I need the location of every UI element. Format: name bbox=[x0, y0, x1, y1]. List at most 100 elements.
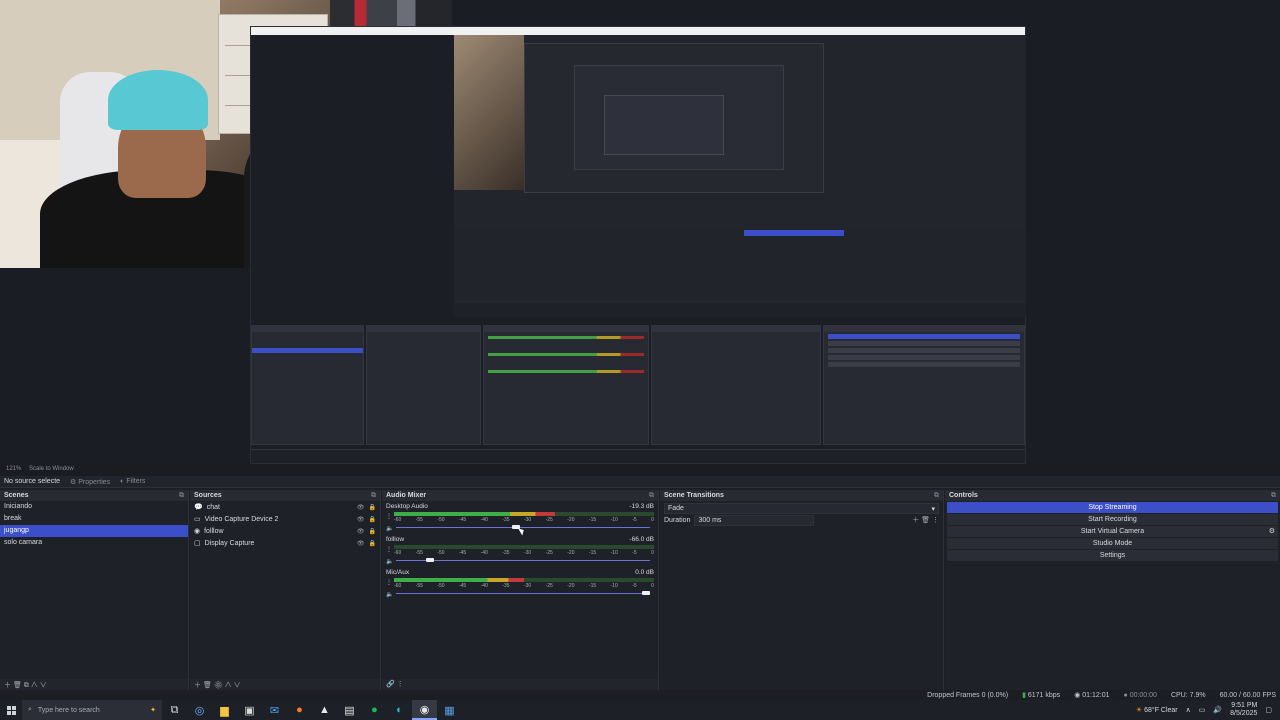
tick-label: -30 bbox=[523, 583, 532, 589]
tick-label: -55 bbox=[415, 583, 423, 589]
gear-icon[interactable]: ⚙ bbox=[1269, 526, 1275, 537]
controls-dock: Controls ⧉ Stop Streaming Start Recording… bbox=[945, 490, 1280, 690]
undock-icon[interactable]: ⧉ bbox=[179, 492, 184, 499]
fader-knob[interactable] bbox=[642, 591, 650, 595]
store-icon[interactable]: ▣ bbox=[237, 700, 262, 720]
move-up-icon[interactable]: ∧ bbox=[31, 682, 38, 689]
game-app-icon[interactable]: ▤ bbox=[337, 700, 362, 720]
lock-icon[interactable]: 🔒 bbox=[369, 540, 376, 547]
visibility-eye-icon[interactable]: 👁 bbox=[357, 516, 365, 523]
edge-icon[interactable]: ◐ bbox=[387, 700, 412, 720]
weather[interactable]: ☀ 68°F Clear bbox=[1136, 706, 1178, 714]
remove-scene-icon[interactable]: 🗑 bbox=[13, 682, 22, 689]
visibility-eye-icon[interactable]: 👁 bbox=[357, 504, 365, 511]
app-icon[interactable]: ▦ bbox=[437, 700, 462, 720]
move-down-icon[interactable]: ∨ bbox=[40, 682, 47, 689]
spotify-icon[interactable]: ● bbox=[362, 700, 387, 720]
speaker-icon[interactable]: 🔈 bbox=[386, 525, 393, 532]
program-preview[interactable] bbox=[0, 0, 1280, 464]
scene-transitions-dock: Scene Transitions ⧉ Fade ▾ Duration 300 m… bbox=[660, 490, 944, 690]
tick-label: 0 bbox=[651, 583, 654, 589]
start-virtual-camera-button[interactable]: Start Virtual Camera ⚙ bbox=[947, 526, 1278, 537]
studio-mode-button[interactable]: Studio Mode bbox=[947, 538, 1278, 549]
properties-button[interactable]: ⚙ Properties bbox=[70, 478, 110, 486]
scene-item[interactable]: solo camara bbox=[0, 537, 188, 549]
more-options-icon[interactable]: ⋮ bbox=[386, 513, 392, 520]
tick-label: -35 bbox=[502, 517, 510, 523]
camera-icon: ▭ bbox=[194, 516, 201, 523]
start-recording-button[interactable]: Start Recording bbox=[947, 514, 1278, 525]
controls-title: Controls bbox=[949, 492, 978, 499]
clock-time: 9:51 PM bbox=[1231, 702, 1258, 709]
firefox-icon[interactable]: ● bbox=[287, 700, 312, 720]
filters-button[interactable]: ◐ Filters bbox=[120, 478, 145, 485]
speaker-icon[interactable]: 🔈 bbox=[386, 558, 393, 565]
start-button[interactable] bbox=[0, 700, 22, 720]
transition-type-select[interactable]: Fade ▾ bbox=[664, 502, 939, 514]
source-item[interactable]: ◉ folllow 👁 🔒 bbox=[190, 525, 380, 537]
volume-icon[interactable]: 🔊 bbox=[1213, 706, 1222, 714]
bitrate-value: 6171 kbps bbox=[1027, 692, 1061, 699]
task-view-icon[interactable]: ⧉ bbox=[162, 700, 187, 720]
add-transition-icon[interactable]: ＋ bbox=[912, 517, 919, 524]
scene-item[interactable]: break bbox=[0, 513, 188, 525]
source-item[interactable]: ▢ Display Capture 👁 🔒 bbox=[190, 537, 380, 549]
scale-mode[interactable]: Scale to Window bbox=[29, 466, 74, 472]
undock-icon[interactable]: ⧉ bbox=[371, 492, 376, 499]
undock-icon[interactable]: ⧉ bbox=[934, 492, 939, 499]
clock[interactable]: 9:51 PM 8/5/2025 bbox=[1230, 702, 1257, 718]
more-options-icon[interactable]: ⋮ bbox=[397, 681, 404, 688]
source-settings-icon[interactable]: ⚙ bbox=[214, 682, 223, 689]
undock-icon[interactable]: ⧉ bbox=[649, 492, 654, 499]
zoom-percent[interactable]: 121% bbox=[6, 466, 21, 472]
scene-item[interactable]: Iniciando bbox=[0, 501, 188, 513]
obs-icon[interactable]: ◉ bbox=[412, 700, 437, 720]
chevron-up-icon[interactable]: ∧ bbox=[1186, 706, 1191, 714]
copilot-icon[interactable]: ◎ bbox=[187, 700, 212, 720]
scene-filters-icon[interactable]: ⧉ bbox=[24, 682, 29, 689]
more-options-icon[interactable]: ⋮ bbox=[386, 579, 392, 586]
visibility-eye-icon[interactable]: 👁 bbox=[357, 540, 365, 547]
mail-icon[interactable]: ✉ bbox=[262, 700, 287, 720]
fader-knob[interactable] bbox=[425, 558, 434, 562]
move-up-icon[interactable]: ∧ bbox=[225, 682, 232, 689]
lock-icon[interactable]: 🔒 bbox=[369, 528, 376, 535]
more-options-icon[interactable]: ⋮ bbox=[932, 517, 939, 524]
tick-label: -25 bbox=[545, 583, 553, 589]
duration-spinbox[interactable]: 300 ms bbox=[694, 514, 815, 526]
obs-status-bar: Dropped Frames 0 (0.0%) ▮ 6171 kbps ◉ 01… bbox=[0, 690, 1280, 700]
volume-meter bbox=[394, 545, 654, 549]
tick-label: -35 bbox=[502, 550, 510, 556]
volume-fader[interactable]: 🔈 bbox=[386, 558, 654, 565]
taskbar-search[interactable]: ⌕ Type here to search ✦ bbox=[22, 700, 162, 720]
remove-transition-icon[interactable]: 🗑 bbox=[921, 517, 930, 524]
volume-fader[interactable]: 🔈 bbox=[386, 591, 654, 598]
notification-icon[interactable]: ▢ bbox=[1265, 706, 1272, 714]
duration-label: Duration bbox=[664, 516, 691, 524]
add-scene-icon[interactable]: ＋ bbox=[4, 682, 11, 689]
tick-label: -15 bbox=[588, 583, 597, 589]
undock-icon[interactable]: ⧉ bbox=[1271, 492, 1276, 499]
scene-item-selected[interactable]: jugangp bbox=[0, 525, 188, 537]
add-source-icon[interactable]: ＋ bbox=[194, 682, 201, 689]
lock-icon[interactable]: 🔒 bbox=[369, 516, 376, 523]
more-options-icon[interactable]: ⋮ bbox=[386, 546, 392, 553]
source-item[interactable]: ▭ Video Capture Device 2 👁 🔒 bbox=[190, 513, 380, 525]
channel-db: -19.3 dB bbox=[629, 503, 654, 510]
move-down-icon[interactable]: ∨ bbox=[234, 682, 241, 689]
capcut-icon[interactable]: ▲ bbox=[312, 700, 337, 720]
source-item[interactable]: 💬 chat 👁 🔒 bbox=[190, 501, 380, 513]
scenes-dock: Scenes ⧉ Iniciando break jugangp solo cam… bbox=[0, 490, 189, 690]
visibility-eye-icon[interactable]: 👁 bbox=[357, 528, 365, 535]
meter-ticks: -60 -55 -50 -45 -40 -35 -30 -25 -20 -15 -10 -5 0 bbox=[394, 550, 654, 556]
scene-transitions-title: Scene Transitions bbox=[664, 492, 724, 499]
remove-source-icon[interactable]: 🗑 bbox=[203, 682, 212, 689]
file-explorer-icon[interactable]: ▆ bbox=[212, 700, 237, 720]
settings-button[interactable]: Settings bbox=[947, 550, 1278, 561]
stop-streaming-button[interactable]: Stop Streaming bbox=[947, 502, 1278, 513]
speaker-icon[interactable]: 🔈 bbox=[386, 591, 393, 598]
network-icon[interactable]: ▭ bbox=[1199, 706, 1206, 714]
lock-icon[interactable]: 🔒 bbox=[369, 504, 376, 511]
link-icon[interactable]: 🔗 bbox=[386, 681, 395, 688]
virtual-camera-label: Start Virtual Camera bbox=[1080, 528, 1145, 535]
